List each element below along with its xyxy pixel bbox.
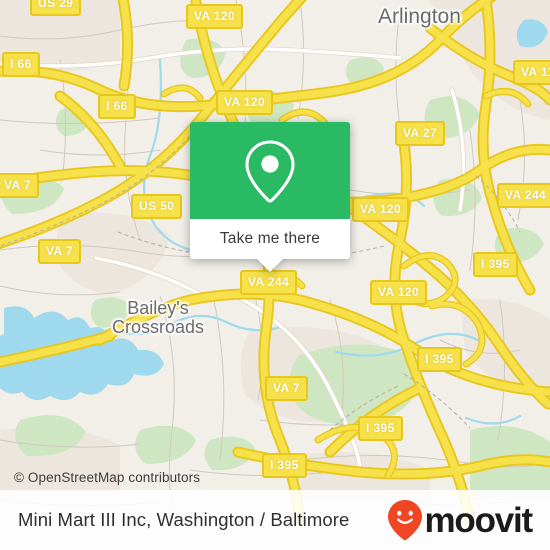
highway-shield: I 66 (2, 52, 40, 77)
place-label: Arlington (378, 5, 461, 28)
highway-shield: VA 120 (186, 4, 244, 29)
moovit-brand[interactable]: moovit (387, 499, 533, 541)
osm-attribution[interactable]: © OpenStreetMap contributors (14, 470, 200, 485)
location-pin-icon (245, 139, 295, 202)
highway-shield: VA 7 (265, 376, 308, 401)
highway-shield: US 50 (131, 194, 183, 219)
highway-shield: VA 244 (240, 270, 298, 295)
callout-pointer (257, 259, 283, 272)
moovit-wordmark: moovit (424, 500, 533, 540)
highway-shield: VA 7 (38, 239, 81, 264)
take-me-there-callout[interactable]: Take me there (190, 122, 350, 272)
location-title: Mini Mart III Inc, Washington / Baltimor… (18, 509, 350, 530)
bottom-bar: Mini Mart III Inc, Washington / Baltimor… (0, 490, 550, 550)
highway-shield: VA 7 (0, 173, 39, 198)
highway-shield: VA 120 (370, 280, 428, 305)
highway-shield: I 395 (473, 252, 518, 277)
highway-shield: US 29 (30, 0, 82, 16)
place-label: Bailey's Crossroads (112, 298, 205, 338)
highway-shield: VA 120 (352, 197, 410, 222)
take-me-there-label: Take me there (219, 230, 321, 247)
highway-shield: VA 120 (216, 90, 274, 115)
highway-shield: VA 110 (513, 60, 550, 85)
highway-shield: I 395 (262, 453, 307, 478)
highway-shield: I 395 (358, 416, 403, 441)
moovit-smiley-pin-icon (388, 500, 423, 541)
highway-shield: VA 244 (497, 183, 550, 208)
callout-action-area[interactable]: Take me there (190, 219, 350, 259)
moovit-map-screenshot: .wt { fill:#9fd9ed; } .wtl { fill:none; … (0, 0, 550, 550)
callout-pin-area (190, 122, 350, 219)
highway-shield: I 66 (98, 94, 136, 119)
highway-shield: VA 27 (395, 121, 446, 146)
highway-shield: I 395 (417, 347, 462, 372)
